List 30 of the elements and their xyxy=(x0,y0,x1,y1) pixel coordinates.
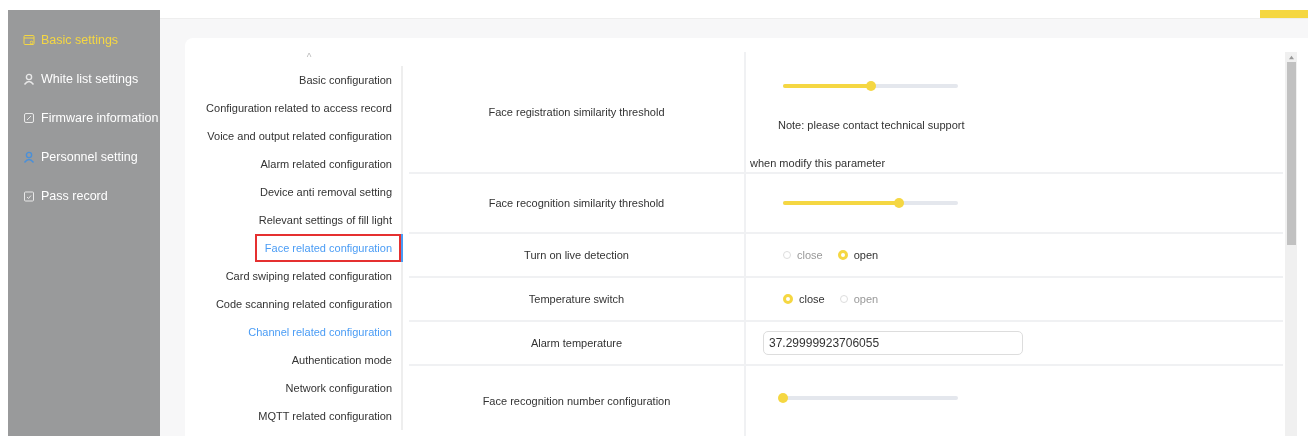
nav-item[interactable]: Network configuration xyxy=(275,374,401,402)
header-accent xyxy=(1260,10,1308,18)
radio-option[interactable]: open xyxy=(837,248,879,261)
setting-label: Temperature switch xyxy=(409,277,744,320)
temperature-input[interactable]: 37.29999923706055 xyxy=(763,330,1023,355)
setting-label: Face registration similarity threshold xyxy=(409,52,744,172)
person-icon xyxy=(23,150,35,163)
nav-item[interactable]: Basic configuration xyxy=(289,66,401,94)
setting-label: Face recognition number configuration xyxy=(409,365,744,436)
nav-item[interactable]: Card swiping related configuration xyxy=(215,262,401,290)
calendar-icon xyxy=(23,189,35,202)
nav-item[interactable]: Authentication mode xyxy=(281,346,401,374)
scrollbar[interactable] xyxy=(1285,52,1297,436)
setting-label: Turn on live detection xyxy=(409,233,744,276)
setting-label: Face recognition similarity threshold xyxy=(409,173,744,232)
setting-label: Alarm temperature xyxy=(409,321,744,364)
nav-item[interactable]: Configuration related to access record xyxy=(196,94,401,122)
note-text: when modify this parameter xyxy=(750,157,887,169)
nav-item[interactable]: Code scanning related configuration xyxy=(205,290,401,318)
nav-item[interactable]: MQTT related configuration xyxy=(248,402,401,430)
chip-icon xyxy=(23,111,35,124)
nav-item[interactable]: Alarm related configuration xyxy=(250,150,401,178)
nav-item[interactable]: Voice and output related configuration xyxy=(197,122,401,150)
nav-item[interactable]: Device anti removal setting xyxy=(249,178,401,206)
note-text: Note: please contact technical support xyxy=(778,119,966,131)
radio-option[interactable]: close xyxy=(783,292,825,305)
person-icon xyxy=(23,72,35,85)
nav-item[interactable]: Relevant settings of fill light xyxy=(248,206,401,234)
window-icon xyxy=(23,33,35,46)
scroll-up-icon[interactable] xyxy=(1287,55,1295,60)
